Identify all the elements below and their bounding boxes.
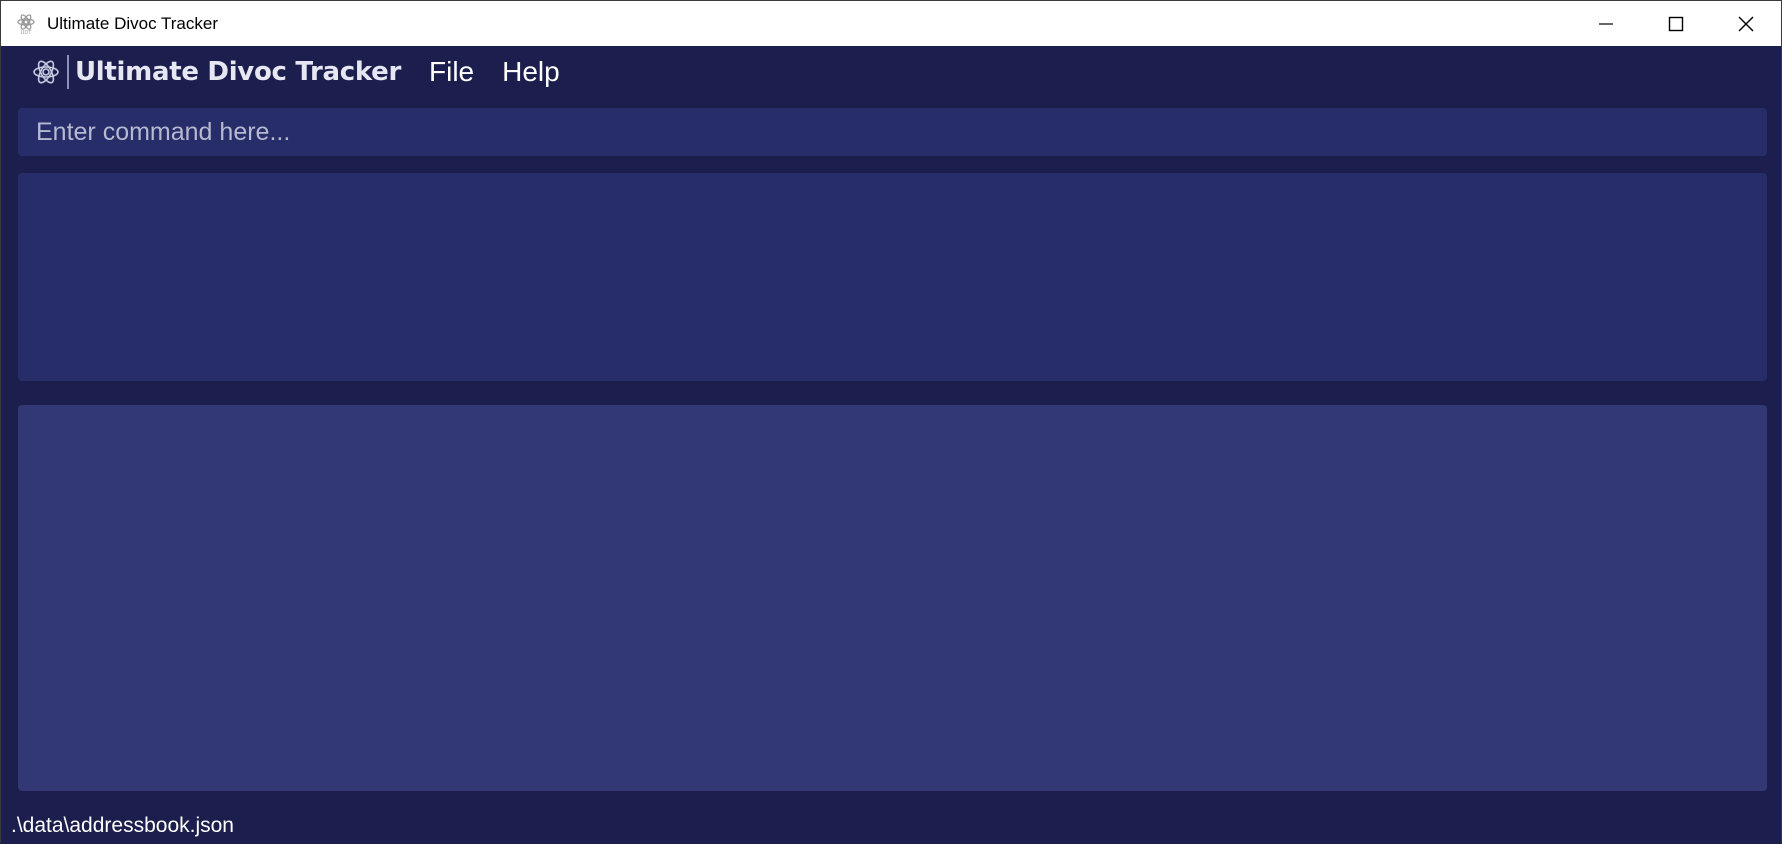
maximize-icon bbox=[1668, 16, 1684, 31]
person-list-panel[interactable] bbox=[18, 405, 1767, 791]
window-controls bbox=[1571, 1, 1781, 46]
save-location-path: .\data\addressbook.json bbox=[11, 814, 234, 837]
window-title: Ultimate Divoc Tracker bbox=[47, 13, 218, 33]
status-bar: .\data\addressbook.json bbox=[1, 804, 1781, 844]
maximize-button[interactable] bbox=[1641, 1, 1711, 46]
close-icon bbox=[1738, 16, 1754, 31]
svg-text:UDT: UDT bbox=[21, 30, 33, 35]
result-display[interactable] bbox=[18, 173, 1767, 381]
minimize-icon bbox=[1599, 22, 1613, 25]
brand-divider bbox=[67, 55, 69, 89]
command-box bbox=[18, 108, 1767, 156]
menu-help[interactable]: Help bbox=[502, 56, 560, 88]
brand: Ultimate Divoc Tracker bbox=[29, 55, 401, 89]
close-button[interactable] bbox=[1711, 1, 1781, 46]
menu-file[interactable]: File bbox=[429, 56, 474, 88]
menu-bar: Ultimate Divoc Tracker File Help bbox=[1, 46, 1781, 98]
brand-name: Ultimate Divoc Tracker bbox=[75, 57, 401, 87]
command-input[interactable] bbox=[18, 108, 1767, 156]
title-bar[interactable]: UDT Ultimate Divoc Tracker bbox=[1, 1, 1781, 46]
minimize-button[interactable] bbox=[1571, 1, 1641, 46]
atom-icon bbox=[29, 55, 63, 89]
atom-icon: UDT bbox=[15, 13, 37, 35]
app-window: UDT Ultimate Divoc Tracker Ultimate Divo… bbox=[0, 0, 1782, 844]
